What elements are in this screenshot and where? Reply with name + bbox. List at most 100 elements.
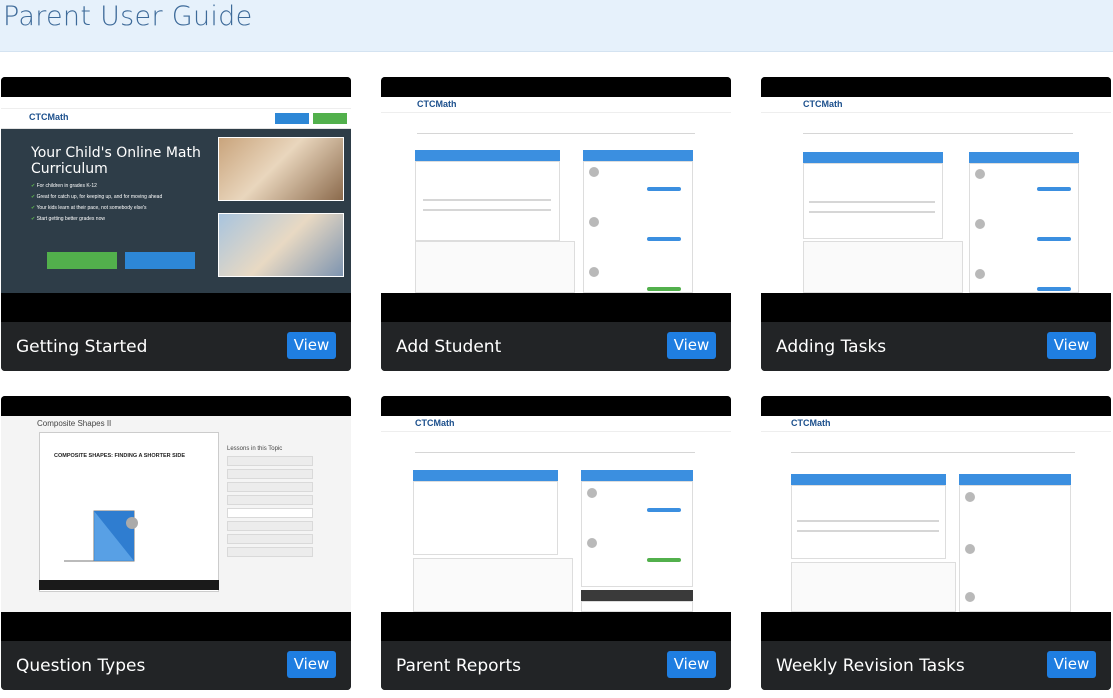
website-screenshot: CTCMath Your Child's Online Math Curricu… [1,97,351,293]
view-button[interactable]: View [667,651,716,678]
dashboard-screenshot: CTCMath [381,416,731,612]
dashboard-screenshot: CTCMath [761,97,1111,293]
hero-button-green [47,252,117,269]
mini-nav-bar: CTCMath [1,109,351,129]
lessons-heading: Lessons in this Topic [227,446,283,452]
latest-tasks-header [791,474,946,485]
mini-top-bar: CTCMath [381,97,731,113]
view-button[interactable]: View [1047,332,1096,359]
latest-tasks-header [415,150,560,161]
students-panel [583,161,693,293]
students-panel [959,485,1071,612]
card-thumbnail: CTCMath Your Child's Online Math Curricu… [1,77,351,322]
divider [417,133,695,134]
lesson-item [227,547,313,557]
avatar [589,267,599,277]
hero-bullet: For children in grades K-12 [31,183,162,189]
dashboard-screenshot: CTCMath [381,97,731,293]
progress-pill [647,558,681,562]
hero-title: Your Child's Online Math Curriculum [31,145,201,177]
mini-top-bar: CTCMath [761,416,1111,432]
hero-bullet: Start getting better grades now [31,216,162,222]
video-frame: COMPOSITE SHAPES: FINDING A SHORTER SIDE [39,432,219,592]
card-thumbnail: CTCMath [761,77,1111,322]
view-button[interactable]: View [667,332,716,359]
avatar [589,167,599,177]
card-thumbnail: Composite Shapes II COMPOSITE SHAPES: FI… [1,396,351,641]
progress-pill [647,287,681,291]
card-title: Weekly Revision Tasks [776,656,965,676]
progress-pill [1037,287,1071,291]
progress-pill [647,508,681,512]
task-row [423,199,551,201]
card-title: Parent Reports [396,656,522,676]
avatar [589,217,599,227]
guide-card-weekly-revision-tasks[interactable]: CTCMath Weekly Revision Tasks View [761,396,1111,690]
card-footer: Weekly Revision Tasks View [761,641,1111,690]
lesson-item [227,482,313,492]
students-header [581,470,693,481]
students-header [959,474,1071,485]
parents-header [581,590,693,601]
hero-bullet: Your kids learn at their pace, not someb… [31,205,162,211]
progress-pill [647,237,681,241]
activity-panel [803,241,963,293]
view-button[interactable]: View [287,332,336,359]
progress-pill [647,187,681,191]
tasks-panel [415,161,560,241]
card-thumbnail: CTCMath [761,396,1111,641]
card-title: Getting Started [16,337,148,357]
lesson-item [227,521,313,531]
guide-card-question-types[interactable]: Composite Shapes II COMPOSITE SHAPES: FI… [1,396,351,690]
latest-tasks-header [413,470,558,481]
students-panel [581,481,693,587]
lesson-item-active [227,508,313,518]
task-row [423,209,551,211]
divider [415,452,695,453]
mini-top-bar [1,97,351,109]
activity-panel [415,241,575,293]
homeschool-photo [218,137,344,201]
avatar [975,219,985,229]
video-lesson-screenshot: Composite Shapes II COMPOSITE SHAPES: FI… [1,416,351,612]
lesson-item [227,495,313,505]
card-title: Add Student [396,337,502,357]
card-title: Adding Tasks [776,337,887,357]
guide-card-adding-tasks[interactable]: CTCMath Adding Tasks View [761,77,1111,371]
guide-card-getting-started[interactable]: CTCMath Your Child's Online Math Curricu… [1,77,351,371]
video-controls [39,580,219,590]
avatar [587,488,597,498]
avatar [975,269,985,279]
card-footer: Question Types View [1,641,351,690]
composite-shape-diagram [64,510,138,562]
activity-panel [791,562,956,612]
video-title: Composite Shapes II [37,419,112,428]
lesson-item [227,469,313,479]
hero-button-blue [125,252,195,269]
card-footer: Adding Tasks View [761,322,1111,371]
view-button[interactable]: View [1047,651,1096,678]
card-title: Question Types [16,656,146,676]
guide-card-parent-reports[interactable]: CTCMath Parent Reports View [381,396,731,690]
mini-nav-button [313,113,347,124]
avatar [965,492,975,502]
video-heading: COMPOSITE SHAPES: FINDING A SHORTER SIDE [54,453,185,459]
avatar [965,544,975,554]
guide-card-add-student[interactable]: CTCMath Add Student View [381,77,731,371]
mini-top-bar: CTCMath [381,416,731,432]
progress-pill [1037,187,1071,191]
tasks-panel [791,485,946,559]
latest-tasks-header [803,152,943,163]
page-header: Parent User Guide [0,0,1113,52]
parents-panel [581,601,693,612]
mini-nav-button [275,113,309,124]
task-row [809,211,935,213]
lesson-item [227,456,313,466]
ctcmath-logo: CTCMath [415,418,455,428]
view-button[interactable]: View [287,651,336,678]
divider [803,133,1073,134]
card-thumbnail: CTCMath [381,396,731,641]
task-row [809,201,935,203]
progress-pill [1037,237,1071,241]
lesson-list: Lessons in this Topic [227,446,313,566]
